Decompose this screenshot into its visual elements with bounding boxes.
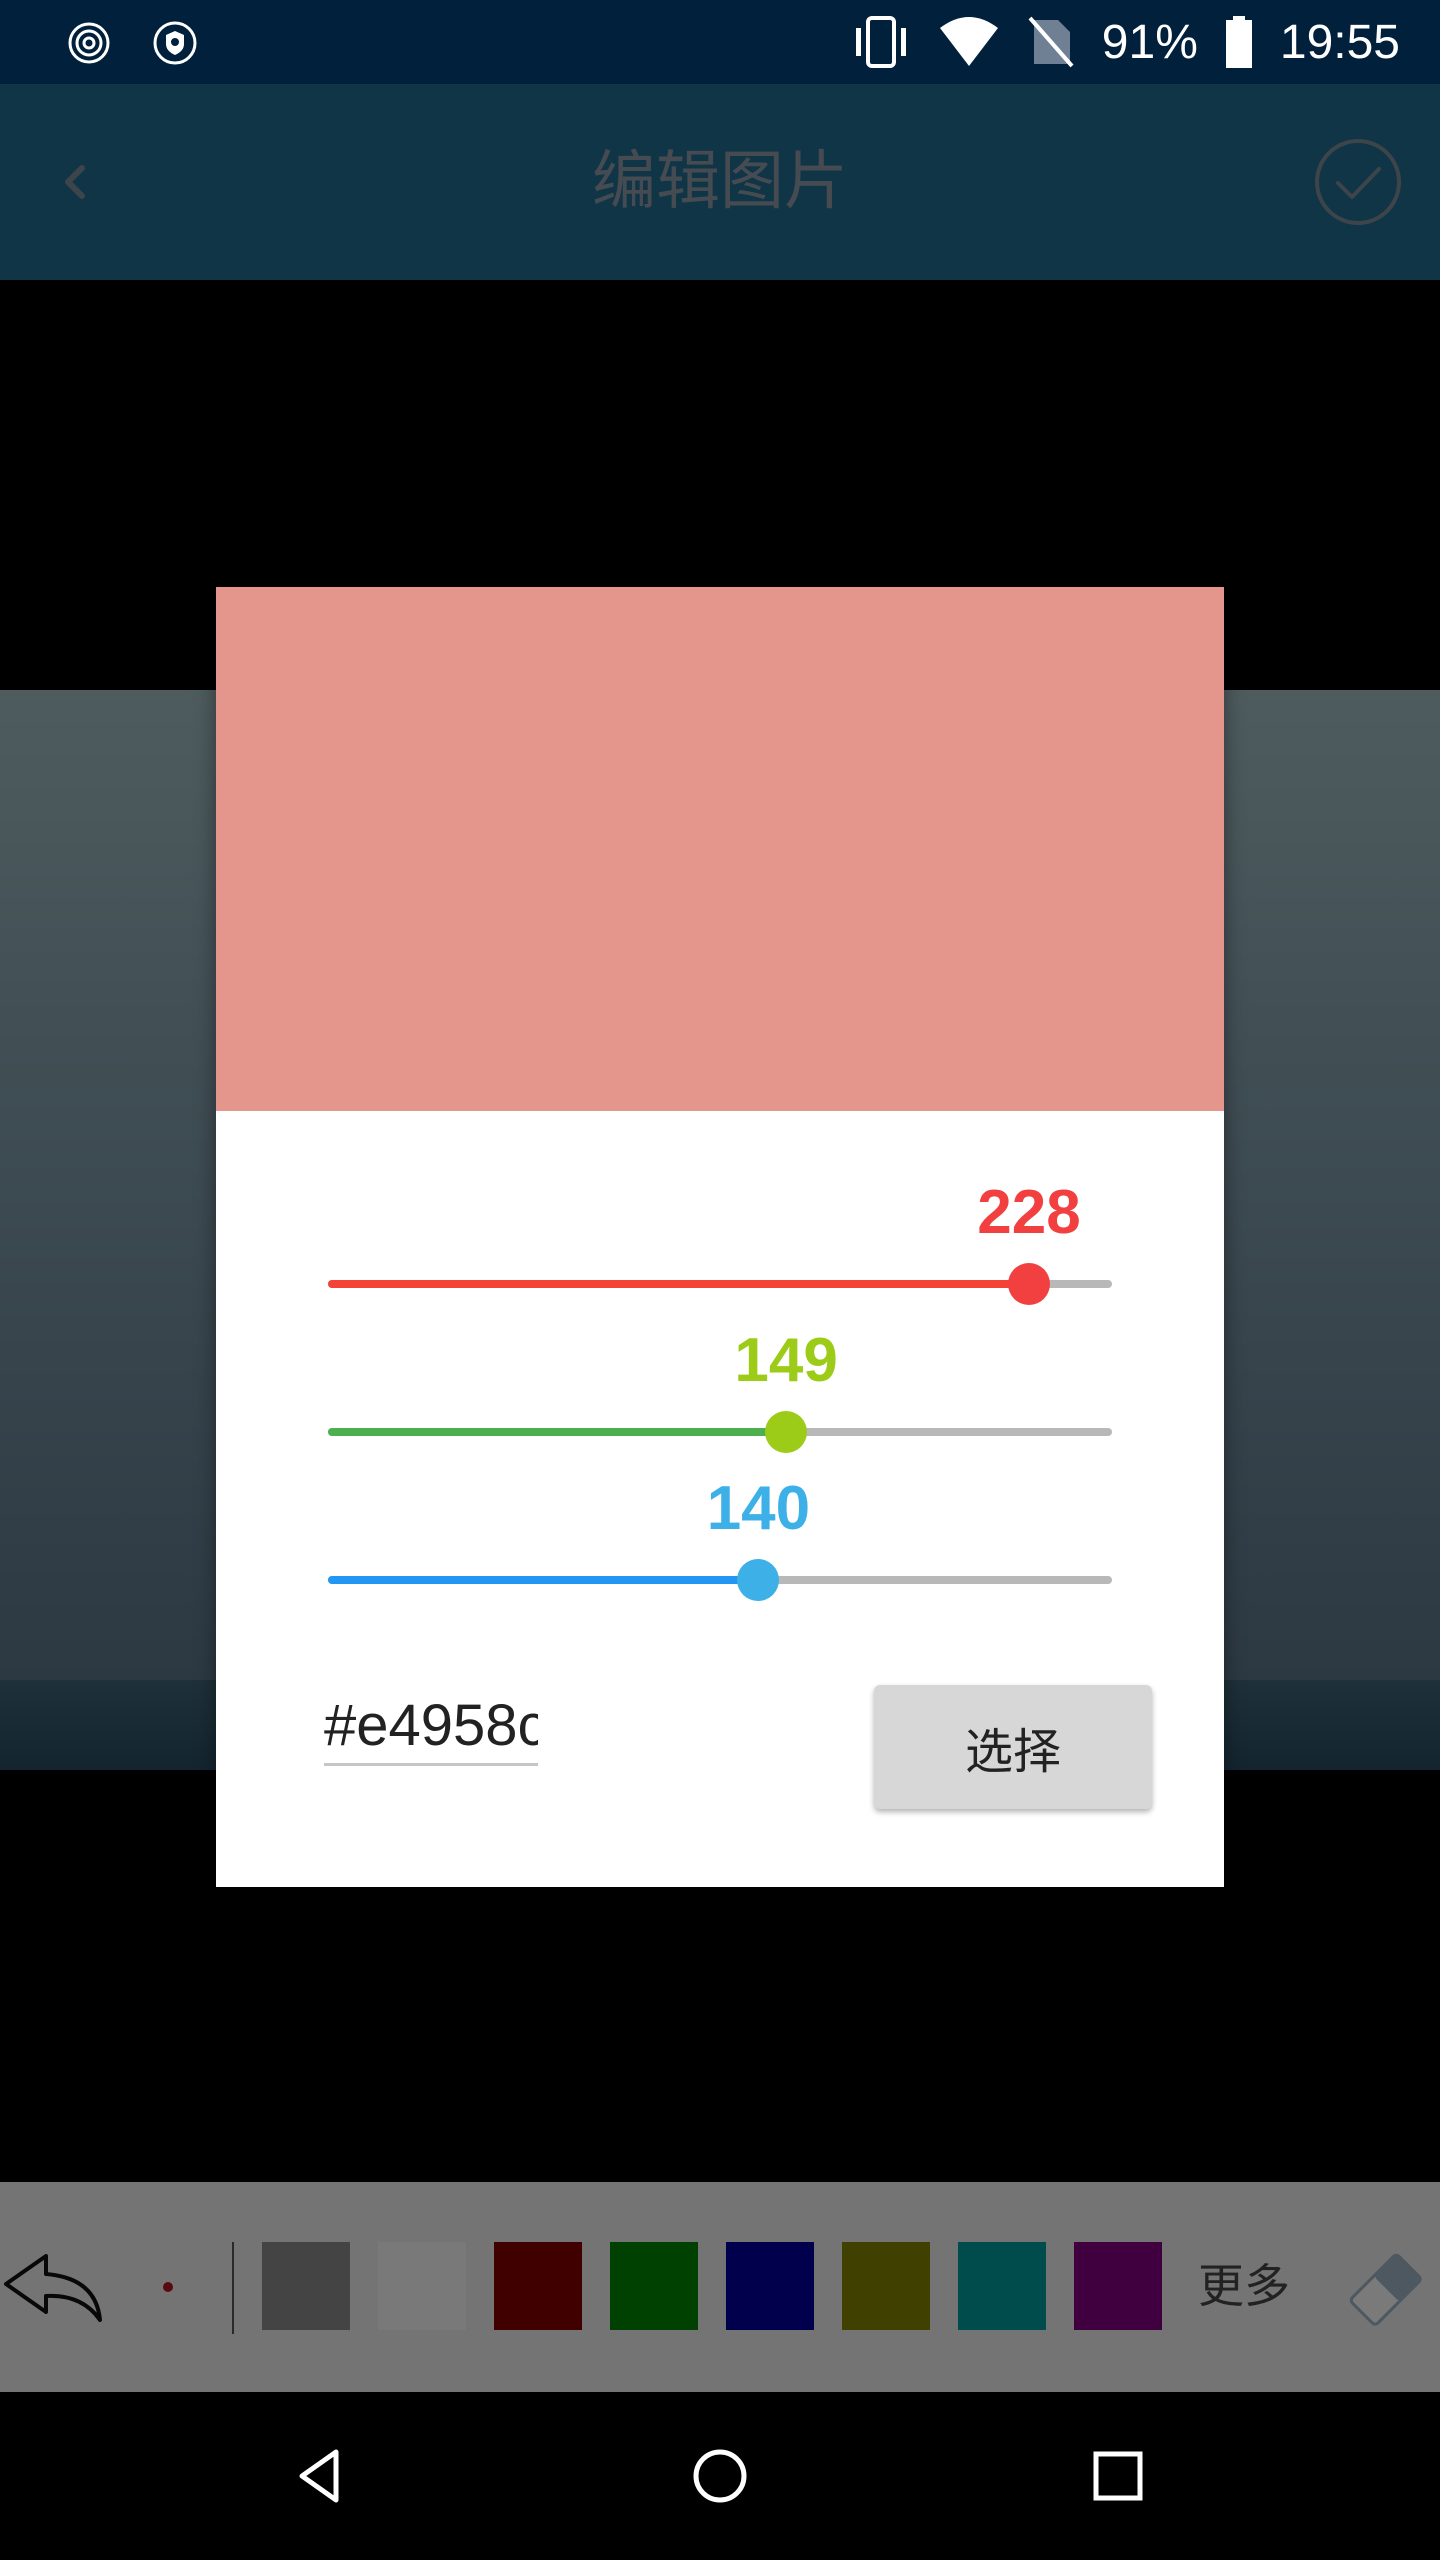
wifi-icon	[939, 17, 998, 66]
swirl-icon	[68, 22, 110, 64]
blue-value: 140	[706, 1474, 811, 1543]
color-picker-dialog: 228 149 140 选择	[216, 587, 1224, 1887]
back-triangle-icon[interactable]	[292, 2446, 352, 2506]
select-button[interactable]: 选择	[874, 1685, 1152, 1809]
red-slider-fill	[328, 1280, 1029, 1288]
status-bar: 91% 19:55	[0, 0, 1440, 84]
red-value: 228	[977, 1178, 1081, 1247]
no-sim-icon	[1028, 16, 1074, 68]
navigation-bar	[0, 2392, 1440, 2560]
green-slider-fill	[328, 1428, 787, 1436]
hex-color-input[interactable]	[324, 1687, 538, 1766]
green-slider-thumb[interactable]	[765, 1411, 808, 1453]
color-preview	[216, 587, 1224, 1111]
battery-icon	[1225, 16, 1252, 68]
battery-percent: 91%	[1101, 15, 1198, 69]
shield-icon	[153, 21, 197, 65]
home-circle-icon[interactable]	[690, 2446, 750, 2506]
blue-slider-thumb[interactable]	[737, 1559, 780, 1601]
vibrate-icon	[855, 16, 906, 68]
red-slider-thumb[interactable]	[1007, 1263, 1050, 1305]
recents-square-icon[interactable]	[1088, 2446, 1148, 2506]
green-value: 149	[734, 1326, 838, 1395]
blue-slider-fill	[328, 1576, 759, 1584]
clock: 19:55	[1279, 15, 1400, 69]
